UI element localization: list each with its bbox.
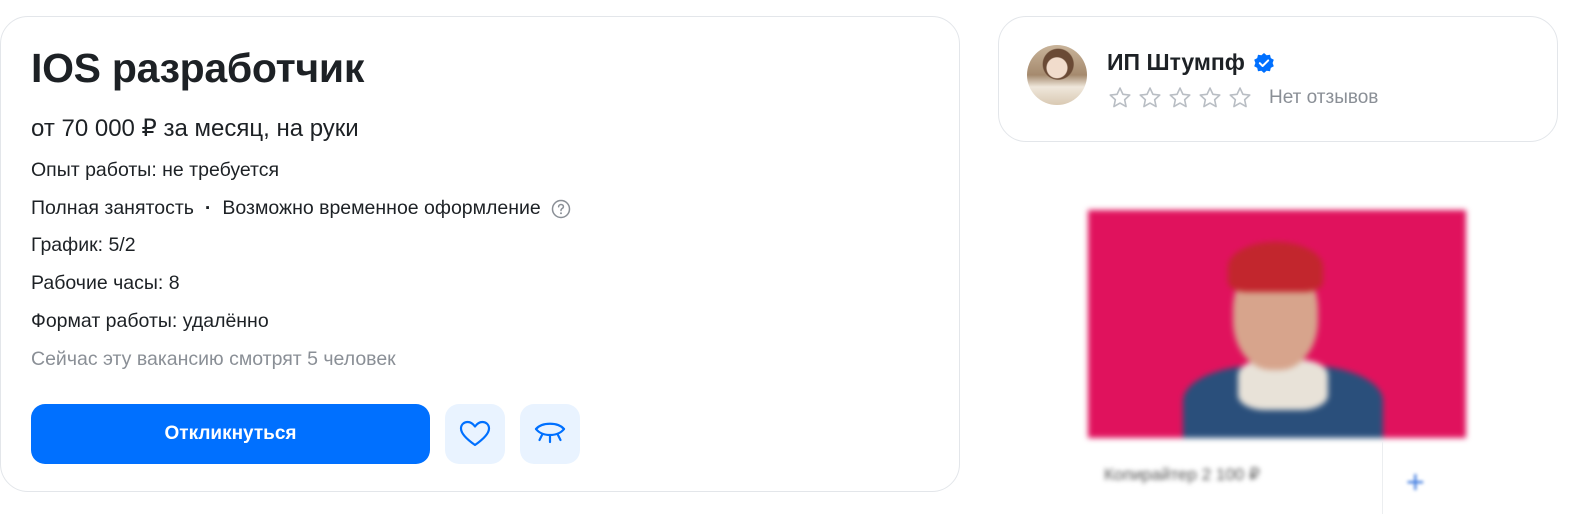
- work-format-line: Формат работы: удалённо: [31, 310, 269, 332]
- heart-icon: [459, 420, 491, 448]
- employment-line: Полная занятость · Возможно временное оф…: [31, 197, 571, 220]
- company-name[interactable]: ИП Штумпф: [1107, 49, 1245, 76]
- star-outline-icon: [1137, 85, 1163, 111]
- schedule-line: График: 5/2: [31, 234, 136, 256]
- verified-badge-icon: [1253, 52, 1275, 74]
- respond-button[interactable]: Откликнуться: [31, 404, 430, 464]
- vacancy-salary: от 70 000 ₽ за месяц, на руки: [31, 115, 359, 142]
- hide-vacancy-button[interactable]: [520, 404, 580, 464]
- star-outline-icon: [1197, 85, 1223, 111]
- ad-caption[interactable]: Копирайтер 2 100 ₽: [1104, 465, 1260, 485]
- ad-banner[interactable]: Копирайтер 2 100 ₽ +: [1088, 210, 1466, 514]
- company-name-row: ИП Штумпф: [1107, 49, 1275, 76]
- hours-line: Рабочие часы: 8: [31, 272, 180, 294]
- employment-extra: Возможно временное оформление: [222, 197, 541, 219]
- rating-stars: Нет отзывов: [1107, 85, 1378, 111]
- separator-dot: ·: [204, 197, 212, 219]
- closed-eye-icon: [533, 421, 567, 447]
- star-outline-icon: [1107, 85, 1133, 111]
- no-reviews-label[interactable]: Нет отзывов: [1269, 87, 1378, 109]
- star-outline-icon: [1227, 85, 1253, 111]
- ad-divider: [1382, 442, 1383, 514]
- ad-figure-hat: [1228, 242, 1323, 292]
- question-circle-icon[interactable]: [551, 199, 571, 219]
- vacancy-title: IOS разработчик: [31, 45, 365, 91]
- ad-add-icon[interactable]: +: [1406, 466, 1425, 498]
- ad-image[interactable]: [1088, 210, 1466, 438]
- experience-line: Опыт работы: не требуется: [31, 159, 280, 181]
- star-outline-icon: [1167, 85, 1193, 111]
- viewers-count: Сейчас эту вакансию смотрят 5 человек: [31, 348, 396, 370]
- company-avatar[interactable]: [1027, 45, 1087, 105]
- favorite-button[interactable]: [445, 404, 505, 464]
- employment-type: Полная занятость: [31, 197, 194, 219]
- company-card: ИП Штумпф Нет отзывов: [998, 16, 1558, 142]
- vacancy-card: IOS разработчик от 70 000 ₽ за месяц, на…: [0, 16, 960, 492]
